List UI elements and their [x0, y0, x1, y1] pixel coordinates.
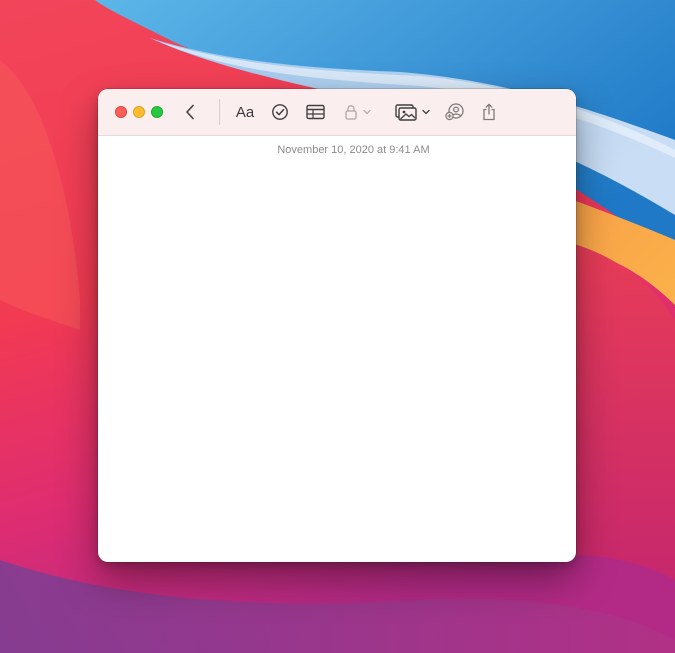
table-button[interactable] — [303, 100, 327, 124]
checklist-button[interactable] — [268, 100, 292, 124]
format-label: Aa — [235, 103, 255, 121]
share-button[interactable] — [479, 100, 499, 124]
collaborate-button[interactable] — [443, 100, 467, 124]
notes-window: Aa November 10, 2020 at 9:41 AM — [98, 89, 576, 562]
note-editor[interactable] — [98, 136, 576, 562]
chevron-left-icon — [186, 104, 194, 120]
chevron-down-icon — [363, 109, 371, 115]
zoom-window-button[interactable] — [151, 106, 163, 118]
format-button[interactable]: Aa — [232, 100, 258, 124]
desktop: Aa November 10, 2020 at 9:41 AM — [0, 0, 675, 653]
checklist-icon — [272, 104, 288, 120]
window-toolbar: Aa — [98, 89, 576, 136]
minimize-window-button[interactable] — [133, 106, 145, 118]
back-button[interactable] — [180, 100, 200, 124]
close-window-button[interactable] — [115, 106, 127, 118]
toolbar-divider — [219, 99, 220, 125]
collaborate-icon — [445, 103, 464, 121]
chevron-down-icon — [421, 109, 430, 115]
table-icon — [305, 104, 325, 120]
lock-icon — [345, 105, 357, 120]
media-icon — [394, 103, 417, 121]
share-icon — [483, 103, 495, 121]
media-button[interactable] — [392, 100, 432, 124]
note-date: November 10, 2020 at 9:41 AM — [277, 144, 430, 156]
lock-button[interactable] — [342, 100, 374, 124]
